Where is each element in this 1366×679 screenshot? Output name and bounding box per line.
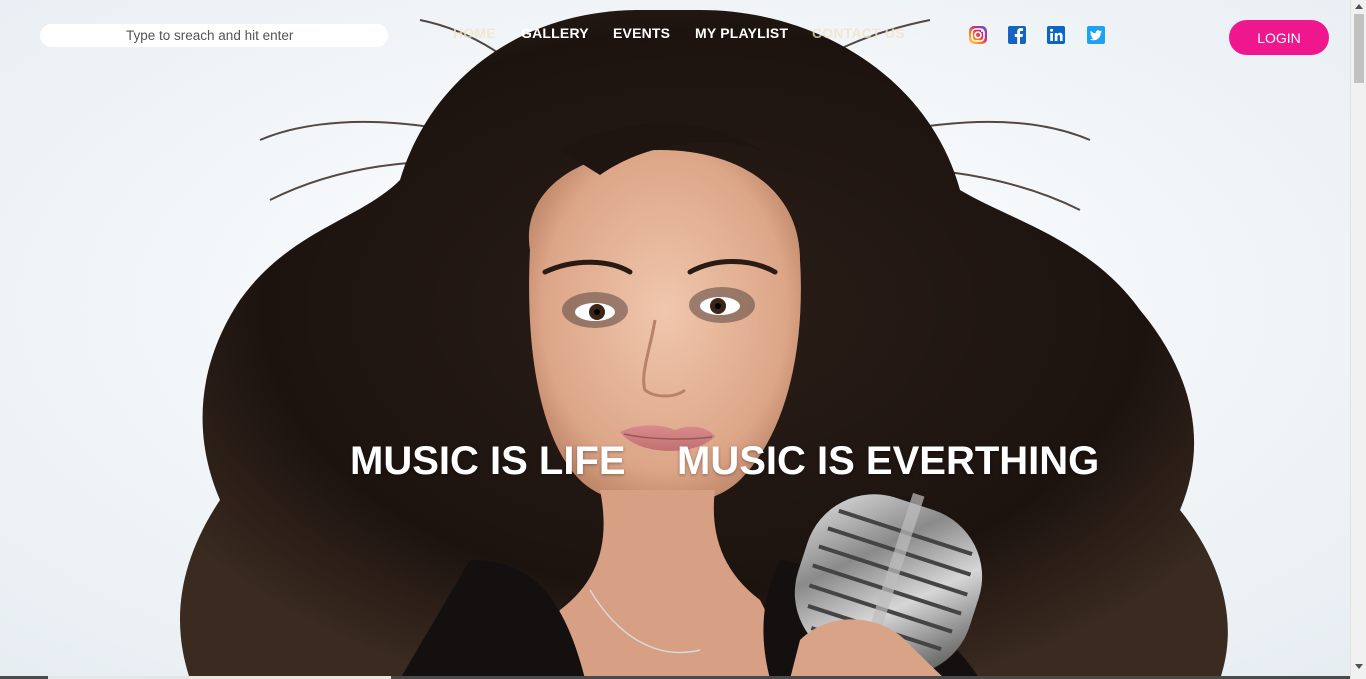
nav-my-playlist[interactable]: MY PLAYLIST — [695, 25, 788, 41]
login-button[interactable]: LOGIN — [1229, 20, 1329, 55]
linkedin-icon[interactable] — [1046, 25, 1066, 45]
tagline-left: MUSIC IS LIFE — [350, 439, 626, 483]
vertical-scrollbar[interactable] — [1350, 0, 1366, 679]
instagram-icon[interactable] — [968, 25, 988, 45]
nav-gallery[interactable]: GALLERY — [521, 25, 589, 41]
nav-home[interactable]: HOME — [453, 25, 496, 41]
tagline-right: MUSIC IS EVERTHING — [677, 439, 1100, 483]
nav-events[interactable]: EVENTS — [613, 25, 670, 41]
hero-tagline: MUSIC IS LIFE MUSIC IS EVERTHING — [0, 439, 1366, 485]
scrollbar-thumb[interactable] — [1354, 14, 1364, 83]
landing-page: HOME GALLERY EVENTS MY PLAYLIST CONTACT … — [0, 0, 1366, 679]
scroll-down-icon[interactable] — [1355, 664, 1363, 669]
facebook-icon[interactable] — [1007, 25, 1027, 45]
search-input[interactable] — [126, 28, 366, 43]
nav-contact-us[interactable]: CONTACT US — [812, 25, 905, 41]
scroll-up-icon[interactable] — [1355, 4, 1363, 9]
hero-image — [0, 0, 1350, 679]
twitter-icon[interactable] — [1086, 25, 1106, 45]
search-bar[interactable] — [40, 24, 388, 47]
